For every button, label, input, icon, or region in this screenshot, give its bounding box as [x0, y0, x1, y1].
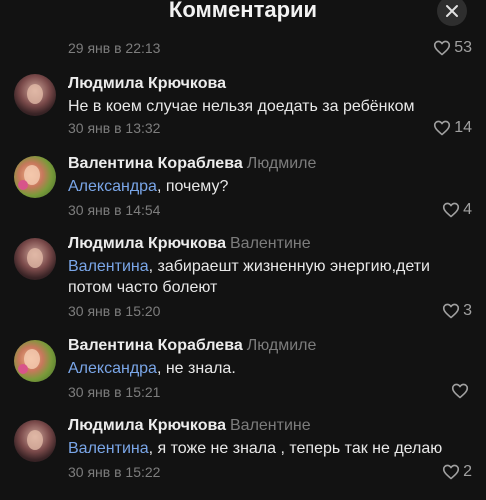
avatar[interactable] — [14, 238, 56, 280]
like-count: 2 — [463, 463, 472, 480]
close-icon — [446, 5, 458, 17]
heart-outline-icon — [434, 120, 451, 136]
reply-to[interactable]: Людмиле — [247, 337, 317, 354]
parent-comment-meta: 29 янв в 22:13 53 — [0, 34, 486, 58]
like-button[interactable]: 14 — [433, 119, 472, 137]
reply-to[interactable]: Валентине — [230, 235, 311, 252]
comment-text: Не в коем случае нельзя доедать за ребён… — [68, 98, 415, 115]
comment-text: Александра, не знала. — [68, 360, 236, 377]
mention-link[interactable]: Валентина — [68, 258, 149, 275]
reply-to[interactable]: Валентине — [230, 417, 311, 434]
avatar[interactable] — [14, 340, 56, 382]
avatar[interactable] — [14, 156, 56, 198]
header: Комментарии — [0, 0, 486, 30]
like-count: 53 — [454, 39, 472, 56]
like-button[interactable] — [451, 383, 472, 399]
comment-author[interactable]: Валентина Кораблева — [68, 155, 243, 172]
like-count: 14 — [454, 119, 472, 136]
comment-date: 30 янв в 15:21 — [68, 384, 161, 400]
like-button[interactable]: 2 — [442, 463, 472, 481]
comment-text: Валентина, забираешт жизненную энергию,д… — [68, 258, 430, 296]
comment-text: Валентина, я тоже не знала , теперь так … — [68, 440, 443, 457]
like-button[interactable]: 53 — [433, 39, 472, 57]
mention-link[interactable]: Александра — [68, 360, 157, 377]
comment-author[interactable]: Валентина Кораблева — [68, 337, 243, 354]
comment-author[interactable]: Людмила Крючкова — [68, 235, 226, 252]
like-count: 4 — [463, 201, 472, 218]
mention-link[interactable]: Александра — [68, 178, 157, 195]
avatar[interactable] — [14, 420, 56, 462]
heart-outline-icon — [443, 464, 460, 480]
comment-author[interactable]: Людмила Крючкова — [68, 417, 226, 434]
comment-author[interactable]: Людмила Крючкова — [68, 75, 226, 92]
comment-date: 30 янв в 14:54 — [68, 202, 161, 218]
comment-date: 30 янв в 15:22 — [68, 464, 161, 480]
like-count: 3 — [463, 302, 472, 319]
reply-to[interactable]: Людмиле — [247, 155, 317, 172]
page-title: Комментарии — [168, 0, 318, 22]
comment-date: 29 янв в 22:13 — [68, 40, 161, 56]
like-button[interactable]: 3 — [442, 302, 472, 320]
comment-text: Александра, почему? — [68, 178, 229, 195]
avatar[interactable] — [14, 74, 56, 116]
heart-outline-icon — [443, 303, 460, 319]
heart-outline-icon — [451, 383, 469, 399]
like-button[interactable]: 4 — [442, 201, 472, 219]
heart-outline-icon — [443, 202, 460, 218]
heart-outline-icon — [434, 40, 451, 56]
comment-date: 30 янв в 15:20 — [68, 303, 161, 319]
mention-link[interactable]: Валентина — [68, 440, 149, 457]
comment-date: 30 янв в 13:32 — [68, 120, 161, 136]
